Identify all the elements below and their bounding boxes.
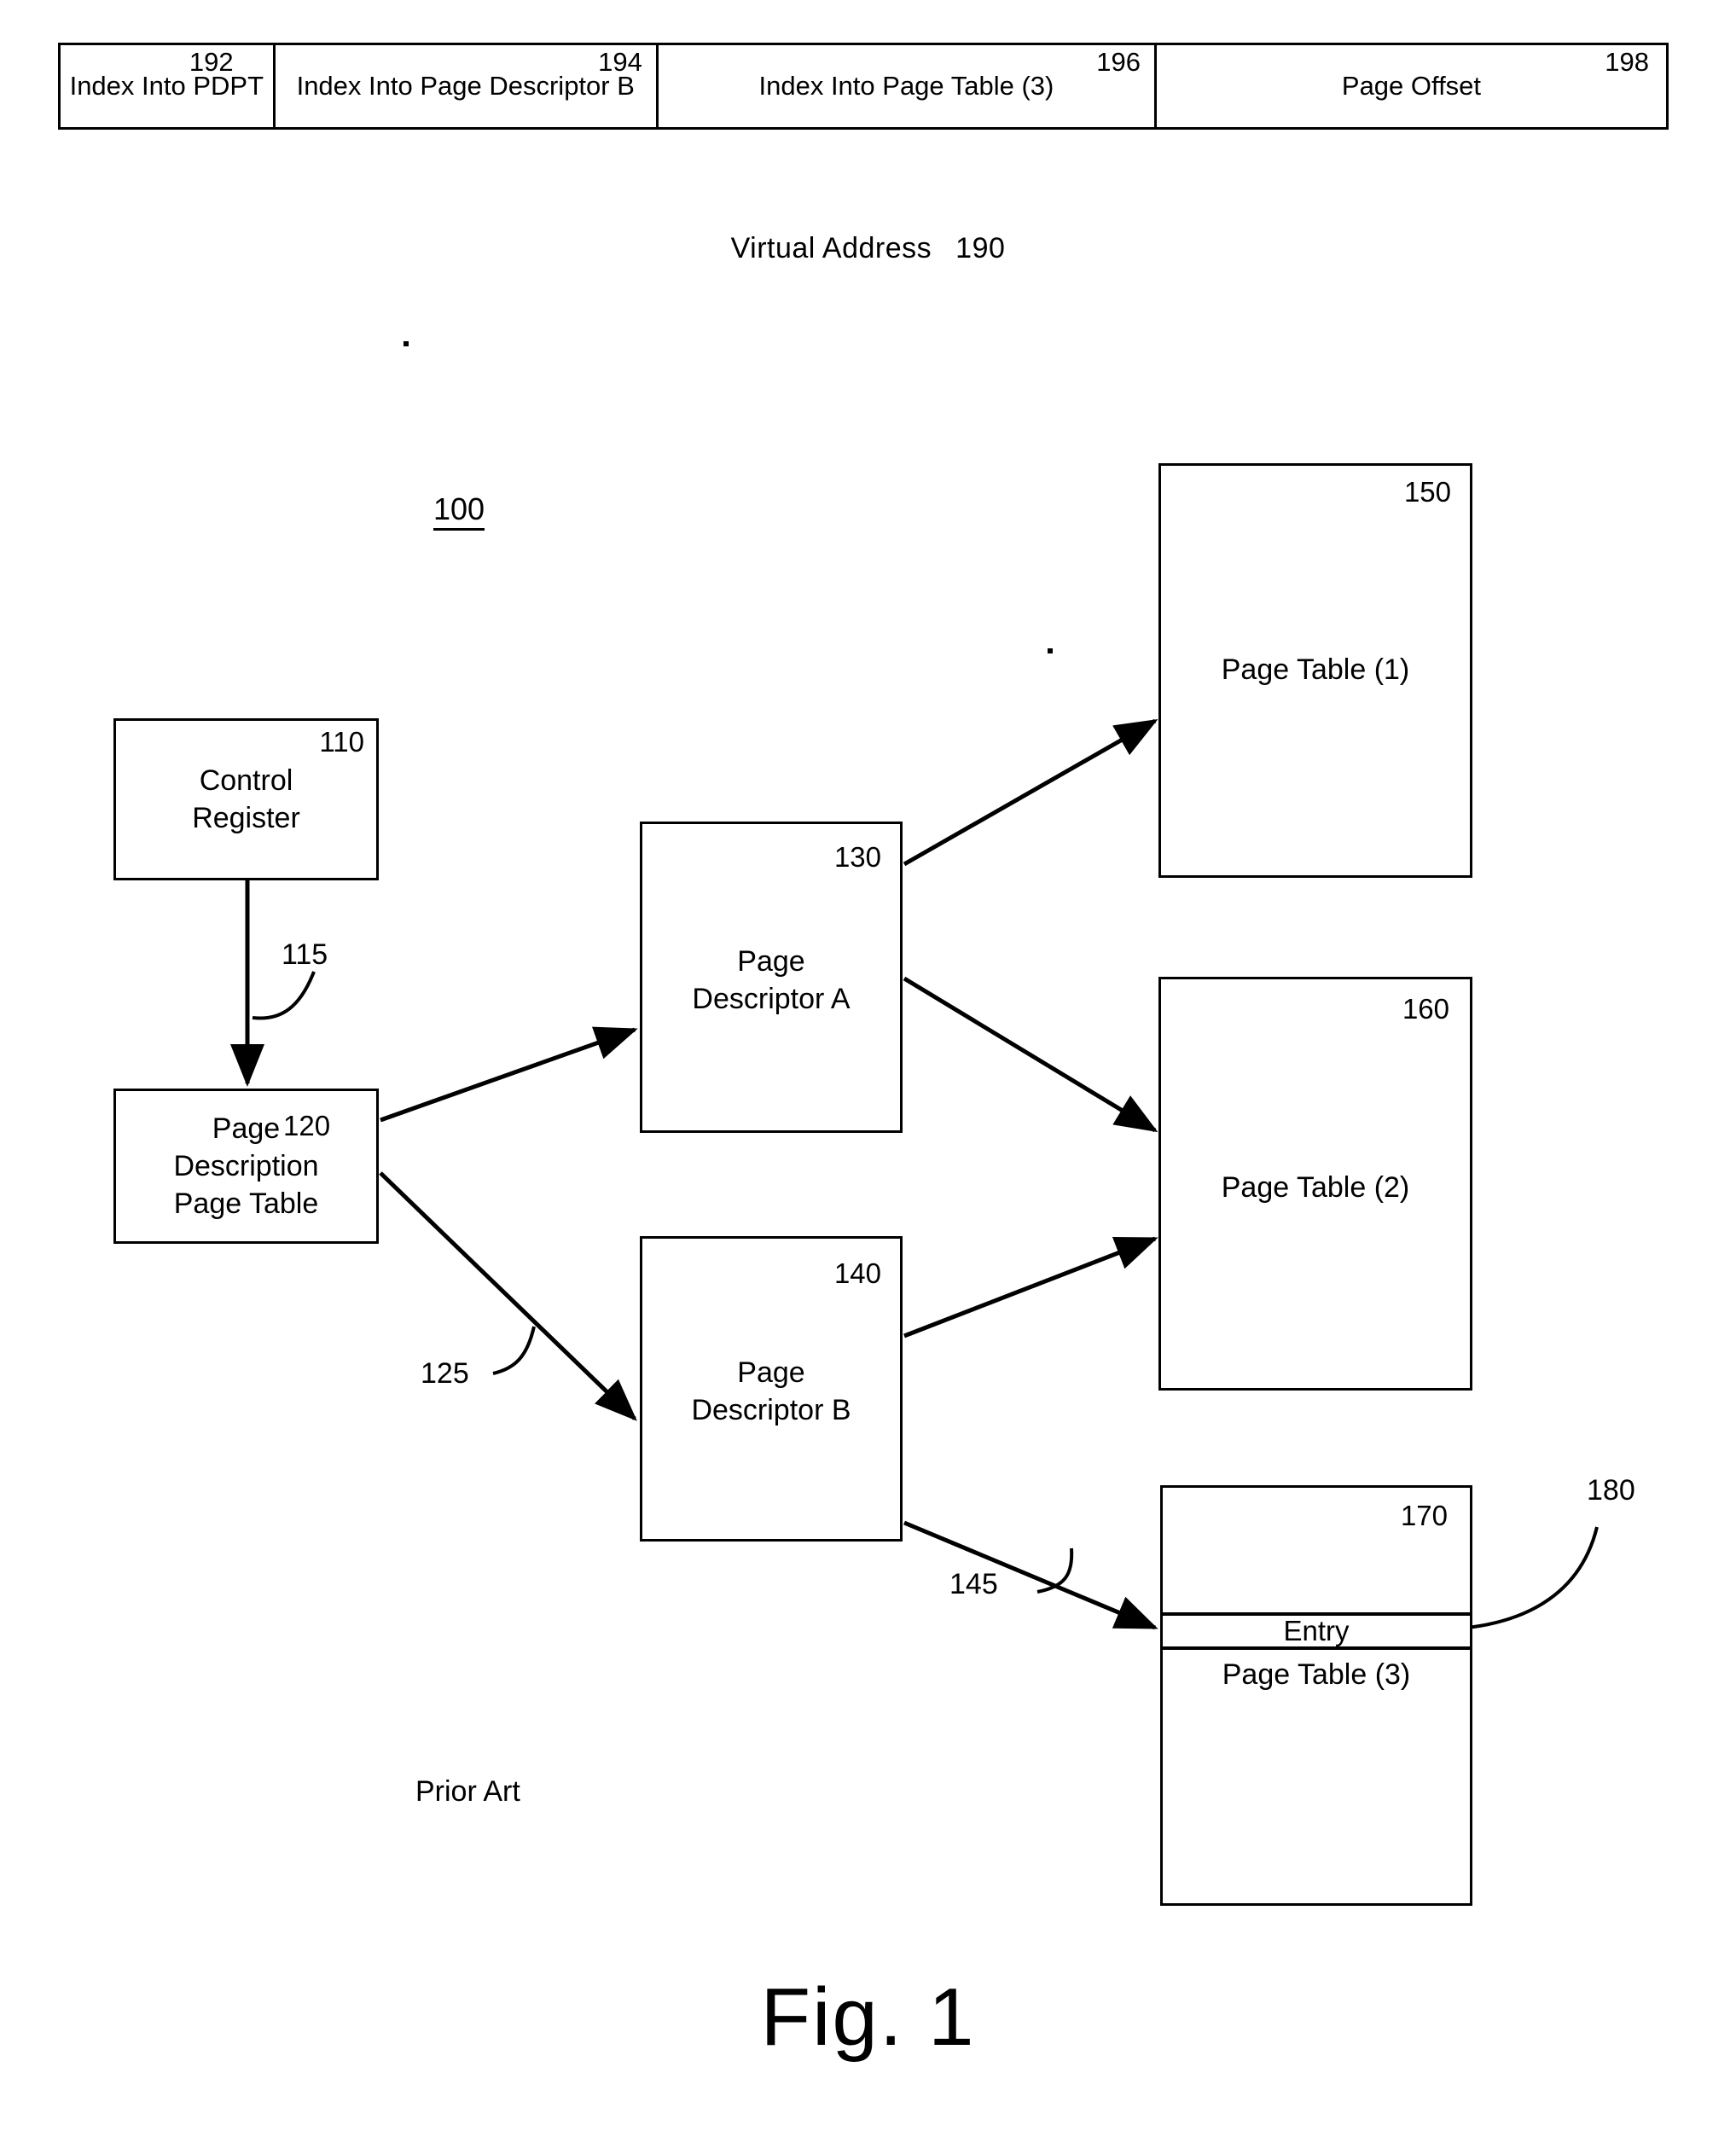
va-field-label-page-table-3: Index Into Page Table (3) [758,71,1054,101]
scan-artifact-speck [1048,648,1053,653]
system-ref-100: 100 [433,493,485,531]
box-label-page-table-1: Page Table (1) [1221,653,1410,686]
connector-ref-125: 125 [421,1357,469,1390]
box-ref-160: 160 [1402,993,1449,1025]
arrow-page-descriptor-a-to-page-table-1 [903,718,1158,867]
arrow-page-descriptor-b-to-page-table-3-entry [903,1520,1158,1630]
va-field-label-page-descriptor-b: Index Into Page Descriptor B [296,71,635,101]
box-page-description-page-table: 120 Page Description Page Table [113,1089,379,1244]
box-page-table-3: 170 Entry Page Table (3) [1160,1485,1472,1906]
arrow-page-descriptor-a-to-page-table-2 [903,976,1158,1133]
virtual-address-caption: Virtual Address 190 [0,232,1736,265]
box-ref-140: 140 [833,1257,881,1289]
box-ref-110: 110 [319,726,364,758]
box-page-table-2: 160 Page Table (2) [1158,977,1472,1391]
va-field-ref-192: 192 [189,47,234,77]
box-page-descriptor-a: 130 Page Descriptor A [640,822,903,1133]
box-ref-150: 150 [1403,476,1451,508]
box-label-page-description-page-table: Page Description Page Table [173,1112,319,1220]
va-field-ref-196: 196 [1096,47,1141,77]
leader-line-115 [252,971,316,1020]
va-field-index-into-pdpt: 192 Index Into PDPT [61,45,276,127]
arrow-pdpt-to-page-descriptor-a [380,1026,638,1123]
va-field-ref-194: 194 [598,47,642,77]
box-page-descriptor-b: 140 Page Descriptor B [640,1236,903,1542]
box-label-page-table-3: Page Table (3) [1222,1658,1411,1691]
virtual-address-caption-text: Virtual Address [730,232,932,264]
box-ref-130: 130 [833,841,881,873]
box-label-page-descriptor-b: Page Descriptor B [691,1356,851,1426]
box-page-table-1: 150 Page Table (1) [1158,463,1472,878]
va-field-index-into-page-table-3: 196 Index Into Page Table (3) [659,45,1157,127]
prior-art-label: Prior Art [415,1775,520,1808]
connector-ref-115: 115 [282,938,328,971]
box-control-register: 110 Control Register [113,718,379,880]
leader-line-125 [492,1326,536,1375]
leader-line-145 [1036,1547,1074,1594]
scan-artifact-speck [404,341,409,346]
va-field-index-into-page-descriptor-b: 194 Index Into Page Descriptor B [276,45,659,127]
arrow-pdpt-to-page-descriptor-b [379,1171,637,1421]
box-ref-170: 170 [1400,1500,1448,1531]
page-table-3-entry-label: Entry [1283,1615,1350,1646]
page-table-3-entry-row: Entry [1160,1612,1472,1650]
va-field-page-offset: 198 Page Offset [1157,45,1666,127]
virtual-address-caption-ref: 190 [955,232,1006,264]
va-field-ref-198: 198 [1605,47,1649,77]
virtual-address-field-table: 192 Index Into PDPT 194 Index Into Page … [58,43,1669,130]
va-field-label-pdpt: Index Into PDPT [69,71,264,101]
entry-ref-180: 180 [1587,1474,1635,1507]
box-label-control-register: Control Register [192,764,300,834]
figure-caption: Fig. 1 [760,1971,976,2063]
box-label-page-table-2: Page Table (2) [1221,1171,1410,1204]
connector-ref-145: 145 [949,1568,998,1600]
patent-figure-page: 192 Index Into PDPT 194 Index Into Page … [0,0,1736,2131]
va-field-label-page-offset: Page Offset [1341,71,1482,101]
box-label-page-descriptor-a: Page Descriptor A [692,945,851,1015]
arrow-page-descriptor-b-to-page-table-2 [903,1236,1158,1338]
